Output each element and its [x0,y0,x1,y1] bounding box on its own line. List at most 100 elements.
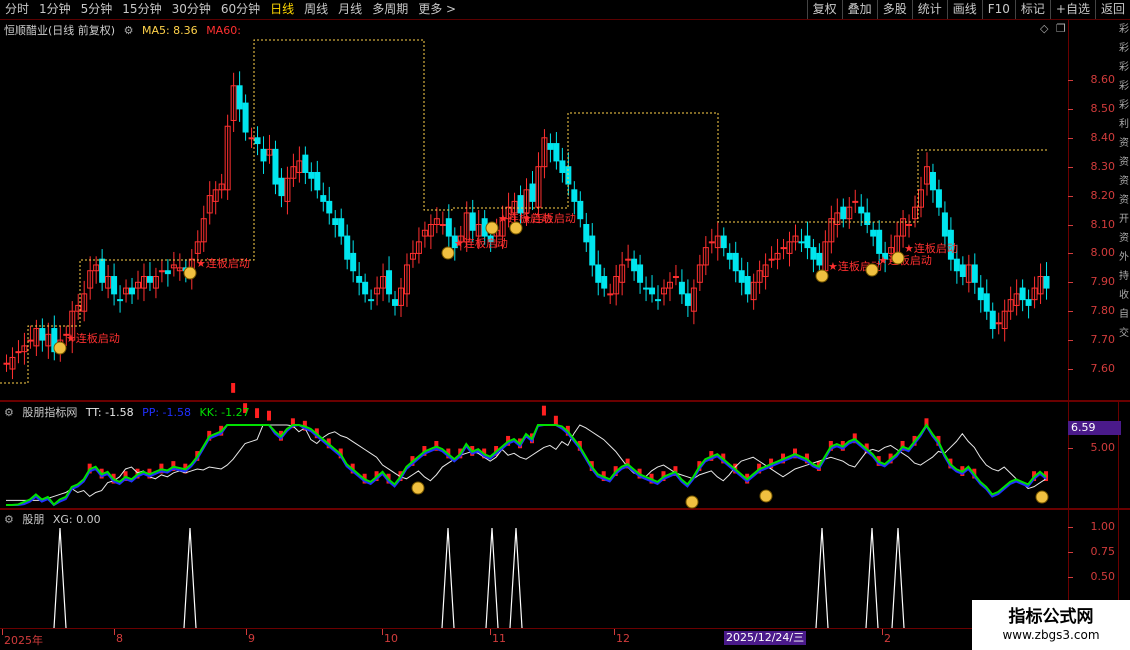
xg-spike [441,527,455,629]
signal-label: ★连板启动 [904,241,958,255]
ind-bar [541,405,546,416]
candle-body [589,235,596,266]
price-tick: 8.60 [1090,73,1116,86]
cursor-date: 2025/12/24/三 [724,631,807,645]
side-text-6: 资 [1119,138,1129,149]
side-text-0: 彩 [1119,24,1129,35]
price-tick: 8.50 [1090,102,1116,115]
candle-body [338,218,345,237]
candle-body [732,252,739,272]
candle-body [236,85,243,110]
money-bag-icon [183,266,197,280]
candle-body [302,154,309,173]
candle-body [959,264,966,278]
candle-body [529,183,536,202]
candle-body [953,258,960,272]
panel-divider [0,401,1130,402]
axis-divider [1068,20,1069,630]
indicator-title-row: ⚙ 股朋指标网 TT: -1.58 PP: -1.58 KK: -1.27 [4,404,255,420]
candle-body [852,200,859,203]
price-tick: 8.30 [1090,160,1116,173]
xg-tick: 0.75 [1090,545,1116,558]
money-bag-icon [53,341,67,355]
candle-body [678,281,685,295]
side-text-7: 资 [1119,157,1129,168]
side-text-10: 开 [1119,214,1129,225]
xg-spike [485,527,499,629]
kk-label: KK: -1.27 [199,406,250,419]
candle-body [3,362,10,365]
x-tick [882,629,883,635]
signal-label: ★连板启动 [522,211,576,225]
candle-body [798,241,805,244]
price-tick: 7.60 [1090,362,1116,375]
settings-icon[interactable]: ⚙ [4,406,14,419]
candle-body [39,328,46,341]
watermark-url: www.zbgs3.com [1002,628,1100,642]
side-text-3: 彩 [1119,81,1129,92]
candle-body [684,293,691,306]
side-text-5: 利 [1119,119,1129,130]
watermark: 指标公式网 www.zbgs3.com [972,600,1130,650]
kline-chart[interactable]: ★连板启动★连板启动★连板启动★连板启动★连板启动★连板启动★连板启动★连板启动 [0,0,1130,650]
candle-body [768,258,775,261]
side-text-1: 彩 [1119,43,1129,54]
money-bag-icon [891,251,905,265]
x-axis-label: 9 [248,632,255,645]
candle-body [278,177,285,197]
xg-spike [815,527,829,629]
candle-body [344,235,351,260]
y-tick [1068,167,1073,168]
candle-body [386,270,393,295]
candle-body [350,252,357,272]
candle-body [1025,299,1032,306]
candle-body [810,247,817,260]
x-axis-label: 10 [384,632,398,645]
side-text-4: 彩 [1119,100,1129,111]
candle-body [362,281,369,295]
candle-body [242,102,249,133]
diamond-icon[interactable]: ◇ [1040,22,1048,35]
xg-spike [509,527,523,629]
ma5-label: MA5: 8.36 [141,24,198,37]
candle-body [935,189,942,208]
settings-icon[interactable]: ⚙ [124,24,134,37]
x-tick [382,629,383,635]
candle-body [708,241,715,244]
candle-body [726,252,733,260]
side-text-11: 资 [1119,233,1129,244]
settings-icon[interactable]: ⚙ [4,513,14,526]
candle-body [547,143,554,150]
window-icon[interactable]: ❐ [1056,22,1066,35]
side-text-12: 外 [1119,252,1129,263]
price-tick: 8.40 [1090,131,1116,144]
candle-body [1019,287,1026,301]
y-tick [1068,109,1073,110]
x-tick [490,629,491,635]
watermark-title: 指标公式网 [1008,607,1094,627]
xg-spike [183,527,197,629]
candle-body [146,276,153,283]
candle-body [870,229,877,237]
side-info-column: 彩彩彩彩彩利资资资资开资外持收自交 [1118,20,1130,400]
ind-bar [231,383,236,393]
money-bag-icon [411,481,425,495]
tt-label: TT: -1.58 [85,406,134,419]
y-tick [1068,253,1073,254]
price-tick: 8.10 [1090,218,1116,231]
x-tick [2,629,3,635]
candle-body [637,264,644,283]
candle-body [517,195,524,214]
xg-spike [865,527,879,629]
x-tick [114,629,115,635]
candle-body [368,299,375,302]
panel-divider [0,400,1130,401]
candle-body [983,293,990,312]
candle-body [99,258,106,283]
candle-body [559,160,566,173]
candle-body [649,287,656,295]
money-bag-icon [865,263,879,277]
candle-body [571,189,578,202]
y-tick [1068,282,1073,283]
candle-body [840,206,847,220]
